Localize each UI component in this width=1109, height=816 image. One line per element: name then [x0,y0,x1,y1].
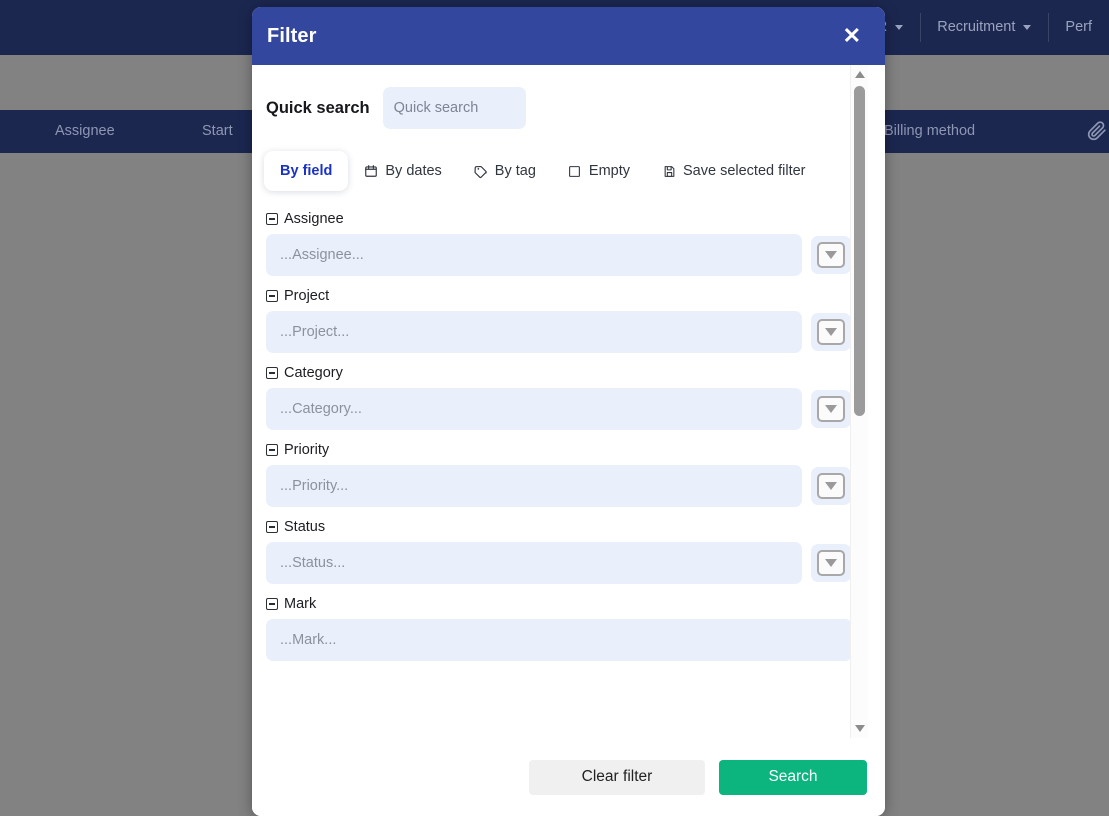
field-priority: Priority [252,434,866,507]
field-control [266,388,866,430]
field-label-row: Mark [266,588,866,619]
filter-fields-list: Assignee Project [252,191,866,661]
project-dropdown-button[interactable] [811,313,851,351]
calendar-icon [364,164,378,178]
paperclip-icon [1087,121,1107,141]
chevron-down-icon [817,396,845,422]
modal-header: Filter ✕ [252,7,885,65]
tab-by-dates[interactable]: By dates [348,151,457,191]
collapse-minus-icon[interactable] [266,521,278,533]
search-button[interactable]: Search [719,759,867,795]
close-icon[interactable]: ✕ [841,25,863,47]
field-label: Priority [284,442,330,458]
field-control [266,234,866,276]
field-label: Status [284,519,326,535]
quick-search-label: Quick search [266,98,370,117]
column-header-start[interactable]: Start [202,110,233,153]
chevron-down-icon [817,319,845,345]
chevron-down-icon [817,242,845,268]
quick-search-input[interactable] [382,87,526,129]
column-header-billing-method[interactable]: Billing method [884,110,975,153]
field-control [266,311,866,353]
status-dropdown-button[interactable] [811,544,851,582]
modal-vertical-scrollbar[interactable] [850,65,868,738]
tab-by-field[interactable]: By field [264,151,349,191]
field-label-row: Category [266,357,866,388]
clear-filter-button[interactable]: Clear filter [529,759,705,795]
category-input[interactable] [266,388,802,430]
nav-item-label: Recruitment [937,19,1016,35]
project-input[interactable] [266,311,802,353]
field-label: Project [284,288,330,304]
tab-label: Empty [588,163,630,179]
scroll-up-arrow-icon[interactable] [851,67,868,81]
category-dropdown-button[interactable] [811,390,851,428]
field-assignee: Assignee [252,203,866,276]
collapse-minus-icon[interactable] [266,444,278,456]
collapse-minus-icon[interactable] [266,213,278,225]
scrollbar-thumb[interactable] [854,86,865,416]
assignee-input[interactable] [266,234,802,276]
floppy-disk-icon [662,164,676,178]
tab-save-selected-filter[interactable]: Save selected filter [646,151,822,191]
modal-title: Filter [267,24,317,47]
nav-item-performance[interactable]: Perf [1048,11,1109,44]
nav-item-recruitment[interactable]: Recruitment [920,11,1048,44]
field-label: Mark [284,596,317,612]
mark-input[interactable] [266,619,852,661]
field-control [266,542,866,584]
chevron-down-icon [817,550,845,576]
nav-item-label: Perf [1065,19,1092,35]
filter-tabs: By field By dates By tag Empty Save sele… [252,129,866,191]
tab-empty[interactable]: Empty [552,151,646,191]
quick-search-row: Quick search [252,65,866,129]
chevron-down-icon [895,25,904,30]
collapse-minus-icon[interactable] [266,598,278,610]
tab-label: By field [280,163,333,179]
field-project: Project [252,280,866,353]
collapse-minus-icon[interactable] [266,367,278,379]
tab-label: By tag [494,163,536,179]
assignee-dropdown-button[interactable] [811,236,851,274]
field-control [266,465,866,507]
field-label-row: Status [266,511,866,542]
chevron-down-icon [817,473,845,499]
filter-scroll-area: Quick search By field By dates [252,65,866,738]
chevron-down-icon [1023,25,1032,30]
priority-input[interactable] [266,465,802,507]
field-label: Category [284,365,343,381]
field-label: Assignee [284,211,344,227]
field-label-row: Project [266,280,866,311]
tab-label: By dates [385,163,442,179]
status-input[interactable] [266,542,802,584]
column-header-assignee[interactable]: Assignee [55,110,115,153]
empty-square-icon [568,164,582,178]
modal-body: Quick search By field By dates [252,65,885,738]
field-label-row: Priority [266,434,866,465]
field-category: Category [252,357,866,430]
filter-modal: Filter ✕ Quick search By field [252,7,885,816]
field-label-row: Assignee [266,203,866,234]
field-status: Status [252,511,866,584]
tag-icon [474,164,488,178]
priority-dropdown-button[interactable] [811,467,851,505]
tab-by-tag[interactable]: By tag [458,151,552,191]
modal-footer: Clear filter Search [252,738,885,816]
field-control [266,619,866,661]
tab-label: Save selected filter [683,163,806,179]
field-mark: Mark [252,588,866,661]
scroll-down-arrow-icon[interactable] [851,721,868,735]
collapse-minus-icon[interactable] [266,290,278,302]
